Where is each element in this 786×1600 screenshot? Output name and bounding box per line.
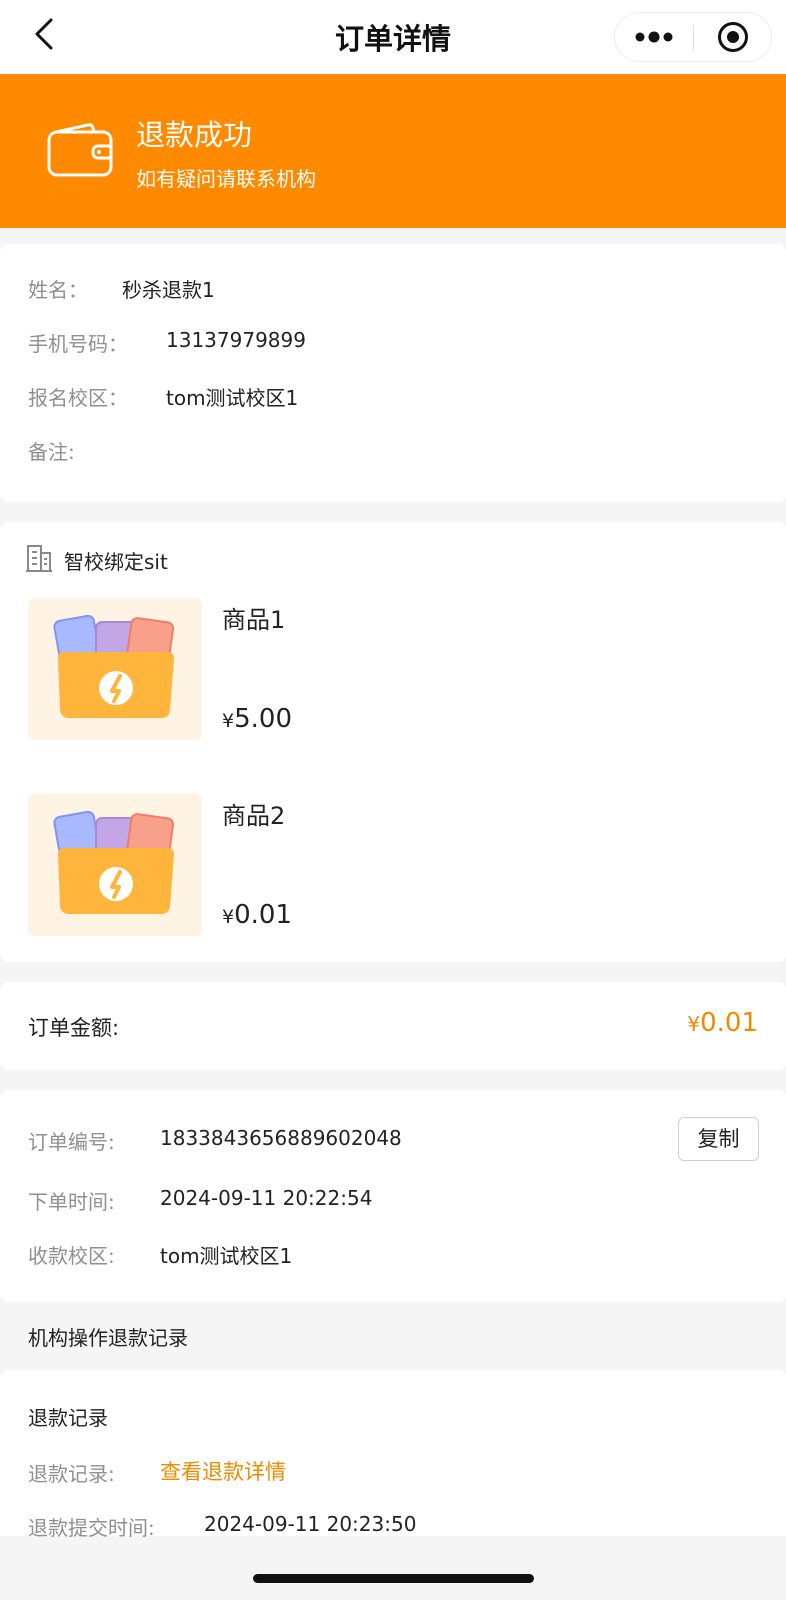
status-subtitle: 如有疑问请联系机构 <box>136 167 316 191</box>
order-detail-card: 订单编号: 1833843656889602048 复制 下单时间: 2024-… <box>0 1090 786 1302</box>
more-dots-icon <box>635 31 673 43</box>
order-number-value: 1833843656889602048 <box>160 1126 402 1150</box>
goods-thumbnail <box>28 598 202 740</box>
goods-price: ¥5.00 <box>222 704 292 734</box>
goods-thumbnail <box>28 794 202 936</box>
refund-record-card: 退款记录 退款记录: 查看退款详情 退款提交时间: 2024-09-11 20:… <box>0 1370 786 1540</box>
goods-item[interactable]: 商品2 ¥0.01 <box>0 794 786 944</box>
shop-name: 智校绑定sit <box>64 550 168 574</box>
currency-symbol: ¥ <box>687 1012 701 1036</box>
goods-name: 商品1 <box>222 606 286 634</box>
building-icon <box>26 545 52 572</box>
folder-icon <box>53 614 175 718</box>
more-button[interactable] <box>615 13 693 61</box>
folder-icon <box>53 810 175 914</box>
order-amount-value: ¥0.01 <box>687 1008 758 1038</box>
goods-name: 商品2 <box>222 802 286 830</box>
close-mini-program-button[interactable] <box>694 13 772 61</box>
campus-label: 报名校区： <box>28 386 128 410</box>
copy-button[interactable]: 复制 <box>678 1117 759 1161</box>
home-indicator <box>253 1574 534 1583</box>
order-amount-card: 订单金额: ¥0.01 <box>0 982 786 1070</box>
phone-value: 13137979899 <box>166 328 306 352</box>
goods-price: ¥0.01 <box>222 900 292 930</box>
refund-record-heading: 退款记录 <box>28 1406 108 1430</box>
status-title: 退款成功 <box>136 118 253 152</box>
target-icon <box>718 22 748 52</box>
order-time-label: 下单时间: <box>28 1190 115 1214</box>
phone-label: 手机号码： <box>28 332 128 356</box>
nav-bar: 订单详情 <box>0 0 786 74</box>
refund-record-label: 退款记录: <box>28 1462 115 1486</box>
wallet-icon <box>47 123 113 177</box>
goods-card: 智校绑定sit 商品1 ¥5.00 商品2 ¥0.01 <box>0 522 786 962</box>
refund-status-banner: 退款成功 如有疑问请联系机构 <box>0 74 786 228</box>
price-value: 0.01 <box>234 900 292 930</box>
order-amount-label: 订单金额: <box>28 1016 120 1040</box>
order-number-label: 订单编号: <box>28 1130 115 1154</box>
goods-item[interactable]: 商品1 ¥5.00 <box>0 598 786 748</box>
price-value: 5.00 <box>234 704 292 734</box>
currency-symbol: ¥ <box>222 906 235 928</box>
amount-number: 0.01 <box>700 1008 758 1038</box>
mini-program-capsule <box>614 12 772 62</box>
order-time-value: 2024-09-11 20:22:54 <box>160 1186 373 1210</box>
name-value: 秒杀退款1 <box>122 278 215 302</box>
view-refund-detail-link[interactable]: 查看退款详情 <box>160 1456 286 1486</box>
refund-submit-time-label: 退款提交时间: <box>28 1516 155 1540</box>
payee-campus-label: 收款校区: <box>28 1244 115 1268</box>
payee-campus-value: tom测试校区1 <box>160 1244 293 1268</box>
name-label: 姓名： <box>28 278 88 302</box>
campus-value: tom测试校区1 <box>166 386 299 410</box>
refund-submit-time-value: 2024-09-11 20:23:50 <box>204 1512 417 1536</box>
currency-symbol: ¥ <box>222 710 235 732</box>
student-info-card: 姓名： 秒杀退款1 手机号码： 13137979899 报名校区： tom测试校… <box>0 244 786 502</box>
remark-label: 备注: <box>28 440 75 464</box>
refund-section-title: 机构操作退款记录 <box>28 1326 188 1350</box>
